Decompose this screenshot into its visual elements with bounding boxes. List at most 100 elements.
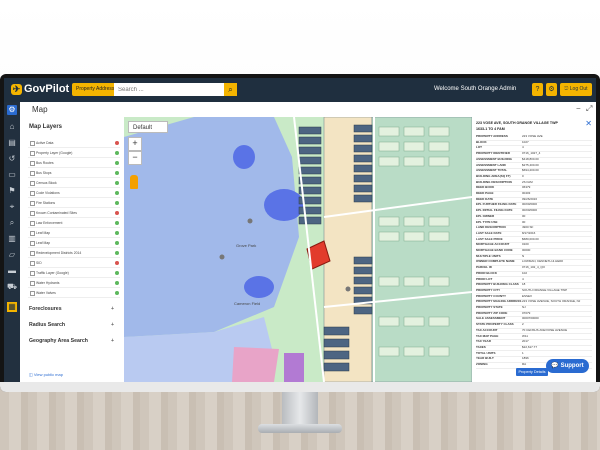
section-geography-search[interactable]: Geography Area Search + bbox=[29, 338, 114, 344]
layer-row[interactable]: Traffic Layer (Google) bbox=[28, 269, 120, 278]
nav-history-icon[interactable]: ↺ bbox=[7, 154, 17, 164]
nav-card-icon[interactable]: ▬ bbox=[7, 266, 17, 276]
nav-flag-icon[interactable]: ⚑ bbox=[7, 186, 17, 196]
basemap-dropdown[interactable]: Default bbox=[128, 121, 168, 133]
detail-value: 09/26/2016 bbox=[522, 196, 538, 201]
layer-row[interactable]: Fire Stations bbox=[28, 199, 120, 208]
layer-checkbox[interactable] bbox=[30, 191, 35, 196]
detail-key: Tax Map Page bbox=[476, 333, 499, 338]
layer-checkbox[interactable] bbox=[30, 201, 35, 206]
detail-value: $22,617.77 bbox=[522, 344, 538, 349]
layer-checkbox[interactable] bbox=[30, 231, 35, 236]
layer-checkbox[interactable] bbox=[30, 281, 35, 286]
map-canvas[interactable]: Grove Park Cameron Field Default + − bbox=[124, 117, 472, 382]
street-view-pegman-icon[interactable] bbox=[130, 175, 138, 189]
detail-value: 00/00/0000 bbox=[522, 208, 538, 213]
layer-row[interactable]: Water Valves bbox=[28, 289, 120, 298]
layer-row[interactable]: SID bbox=[28, 259, 120, 268]
view-public-map-link[interactable]: ◫ View public map bbox=[29, 372, 63, 377]
layer-row[interactable]: Law Enforcement bbox=[28, 219, 120, 228]
support-button[interactable]: 💬 Support bbox=[546, 359, 589, 373]
layer-checkbox[interactable] bbox=[30, 151, 35, 156]
layer-checkbox[interactable] bbox=[30, 251, 35, 256]
layer-status-dot bbox=[115, 291, 119, 295]
layer-checkbox[interactable] bbox=[30, 171, 35, 176]
close-icon[interactable]: ✕ bbox=[585, 119, 592, 128]
settings-button[interactable]: ⚙ bbox=[546, 83, 557, 96]
detail-value: $275,400.00 bbox=[522, 162, 539, 167]
layer-row[interactable]: Bus Routes bbox=[28, 159, 120, 168]
layer-row[interactable]: Water Hydrants bbox=[28, 279, 120, 288]
detail-key: Last Sale Date bbox=[476, 230, 502, 235]
nav-zoom-icon[interactable]: ⌕ bbox=[7, 218, 17, 228]
expand-icon[interactable]: ⤢ bbox=[586, 104, 592, 114]
detail-value: 06379 bbox=[522, 185, 531, 190]
detail-key: Assessment Building bbox=[476, 156, 513, 161]
layer-row[interactable]: Known Contaminated Sites bbox=[28, 209, 120, 218]
detail-key: Property City bbox=[476, 287, 501, 292]
nav-home-icon[interactable]: ⌂ bbox=[7, 122, 17, 132]
logout-label: Log Out bbox=[569, 86, 588, 92]
help-button[interactable]: ? bbox=[532, 83, 543, 96]
detail-key: Assessment Total bbox=[476, 168, 508, 173]
nav-files-icon[interactable]: ▱ bbox=[7, 250, 17, 260]
nav-document-icon[interactable]: ▤ bbox=[7, 138, 17, 148]
zoom-out-button[interactable]: − bbox=[128, 151, 142, 165]
detail-key: Year Built bbox=[476, 356, 494, 361]
layer-status-dot bbox=[115, 231, 119, 235]
detail-key: Deed Book bbox=[476, 185, 495, 190]
detail-key: EPL Type Use bbox=[476, 219, 498, 224]
layer-row[interactable]: Census Block bbox=[28, 179, 120, 188]
detail-key: Sale Assessment bbox=[476, 316, 506, 321]
layer-status-dot bbox=[115, 191, 119, 195]
layer-row[interactable]: Code Violations bbox=[28, 189, 120, 198]
nav-map-active-icon[interactable]: ▦ bbox=[7, 302, 17, 312]
layer-checkbox[interactable] bbox=[30, 221, 35, 226]
layer-row[interactable]: Redevelopment Districts 2014 bbox=[28, 249, 120, 258]
property-details-button[interactable]: Property Details bbox=[516, 368, 548, 376]
view-public-map-label: View public map bbox=[33, 372, 63, 377]
support-label: Support bbox=[560, 363, 584, 369]
detail-key: Tax Account bbox=[476, 327, 498, 332]
zoom-in-button[interactable]: + bbox=[128, 137, 142, 151]
layer-checkbox[interactable] bbox=[30, 211, 35, 216]
search-input[interactable] bbox=[114, 83, 224, 96]
property-details-panel: 223 VOSE AVE, SOUTH ORANGE VILLAGE TWP 1… bbox=[472, 117, 596, 382]
detail-value: 0000700000 bbox=[522, 316, 539, 321]
layer-checkbox[interactable] bbox=[30, 181, 35, 186]
monitor-stand-neck bbox=[282, 392, 318, 426]
logo[interactable]: ✈ GovPilot bbox=[11, 83, 69, 95]
layer-checkbox[interactable] bbox=[30, 141, 35, 146]
layer-checkbox[interactable] bbox=[30, 261, 35, 266]
section-foreclosures[interactable]: Foreclosures + bbox=[29, 306, 114, 312]
layer-label: Water Hydrants bbox=[36, 280, 60, 285]
detail-value: N bbox=[522, 253, 525, 258]
nav-truck-icon[interactable]: ⛟ bbox=[7, 282, 17, 292]
layer-label: Property Layer (Google) bbox=[36, 150, 73, 155]
nav-chart-icon[interactable]: ▥ bbox=[7, 234, 17, 244]
layer-status-dot bbox=[115, 271, 119, 275]
minimize-icon[interactable]: − bbox=[576, 104, 581, 113]
detail-key: Land Description bbox=[476, 225, 506, 230]
logout-button[interactable]: ⎋ Log Out bbox=[560, 83, 592, 96]
page-title: Map bbox=[32, 105, 48, 114]
layer-checkbox[interactable] bbox=[30, 161, 35, 166]
layer-row[interactable]: Leaf Map bbox=[28, 229, 120, 238]
search-button[interactable]: ⌕ bbox=[224, 83, 237, 96]
detail-value: 00 bbox=[522, 219, 526, 224]
nav-folder-icon[interactable]: ▭ bbox=[7, 170, 17, 180]
layer-label: Law Enforcement bbox=[36, 220, 63, 225]
layer-row[interactable]: Active Data bbox=[28, 139, 120, 148]
section-radius-search[interactable]: Radius Search + bbox=[29, 322, 114, 328]
layer-row[interactable]: Property Layer (Google) bbox=[28, 149, 120, 158]
layer-row[interactable]: Leaf Map bbox=[28, 239, 120, 248]
layer-row[interactable]: Bus Stops bbox=[28, 169, 120, 178]
layer-checkbox[interactable] bbox=[30, 241, 35, 246]
detail-value: 4 bbox=[522, 145, 524, 150]
layer-checkbox[interactable] bbox=[30, 291, 35, 296]
nav-settings-icon[interactable]: ⚙ bbox=[7, 105, 17, 115]
layer-checkbox[interactable] bbox=[30, 271, 35, 276]
detail-value: 0 bbox=[522, 173, 524, 178]
nav-map-icon[interactable]: ⌖ bbox=[7, 202, 17, 212]
monitor-stand-base bbox=[258, 424, 342, 433]
